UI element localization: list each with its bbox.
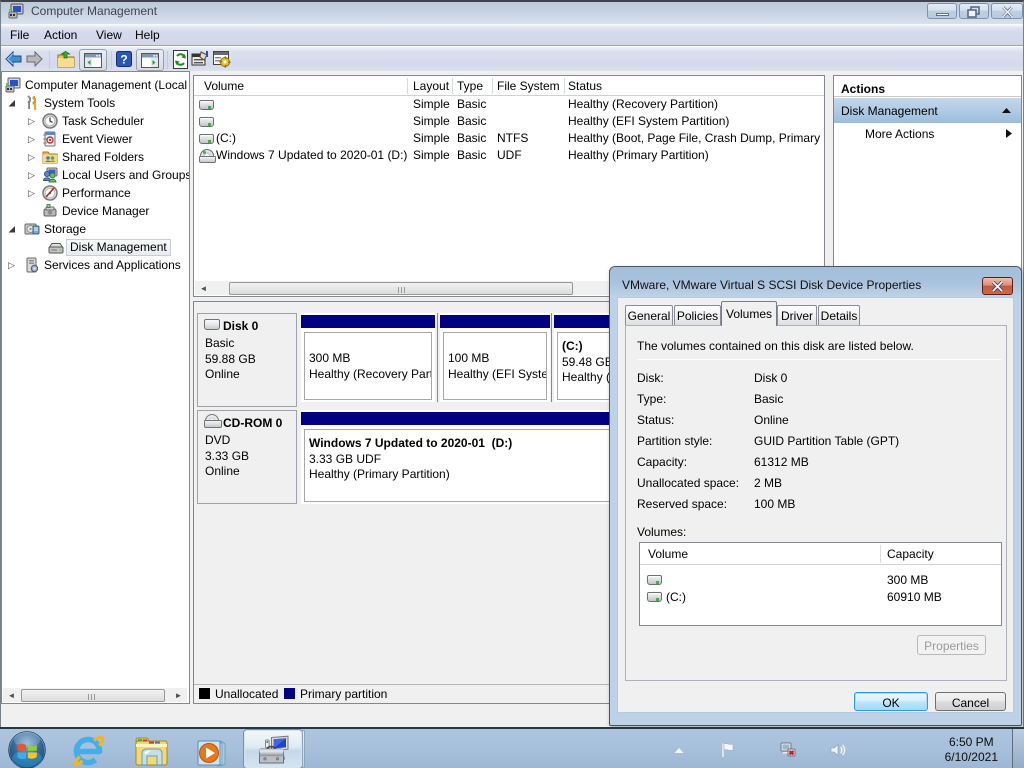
svg-text:?: ? <box>120 53 127 67</box>
